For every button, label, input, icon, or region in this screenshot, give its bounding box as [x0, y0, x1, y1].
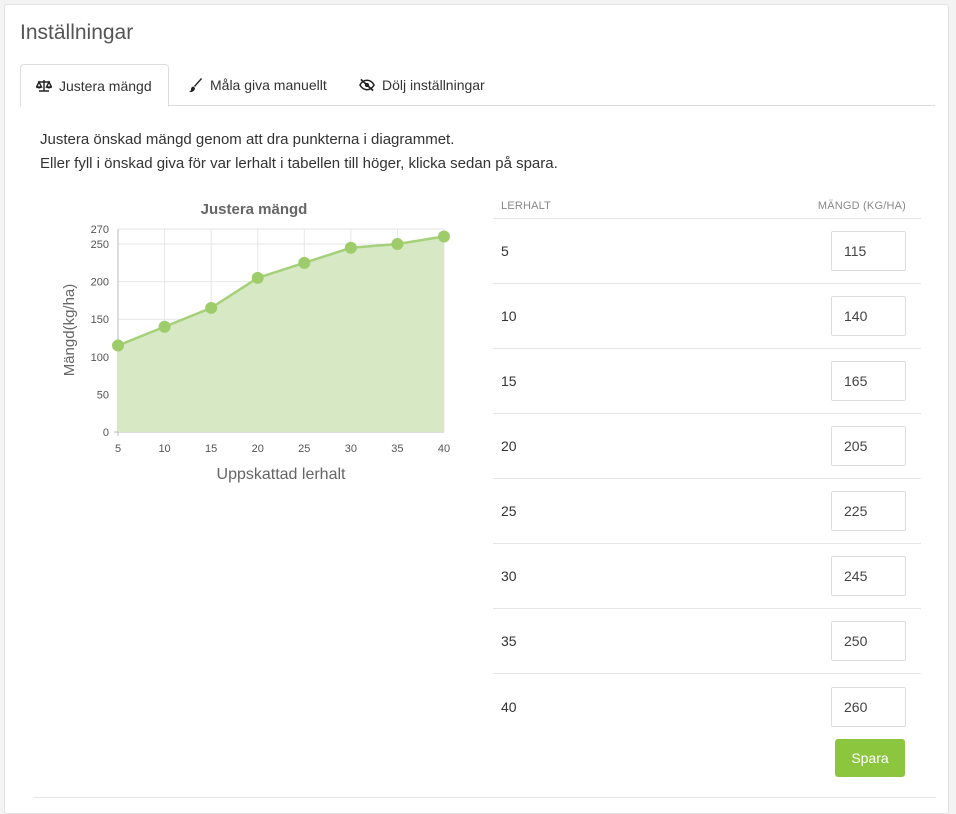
tab-dolj-installningar[interactable]: Dölj inställningar — [344, 64, 500, 106]
y-tick-label: 270 — [91, 224, 109, 236]
x-tick-label: 40 — [438, 443, 450, 455]
mangd-input[interactable] — [831, 426, 906, 466]
data-point[interactable] — [251, 271, 264, 284]
x-axis-title: Uppskattad lerhalt — [217, 466, 347, 483]
instructions: Justera önskad mängd genom att dra punkt… — [40, 128, 558, 176]
table-row: 5 — [493, 219, 921, 284]
mangd-input[interactable] — [831, 491, 906, 531]
x-tick-label: 5 — [115, 443, 121, 455]
table-row: 10 — [493, 284, 921, 349]
lerhalt-value: 5 — [501, 243, 509, 259]
tab-mala-giva[interactable]: Måla giva manuellt — [172, 64, 342, 106]
lerhalt-value: 40 — [501, 698, 517, 715]
lerhalt-value: 10 — [501, 308, 517, 324]
x-tick-label: 35 — [391, 443, 403, 455]
save-button[interactable]: Spara — [835, 739, 905, 777]
lerhalt-value: 25 — [501, 503, 517, 519]
x-tick-label: 20 — [252, 443, 264, 455]
y-tick-label: 0 — [103, 427, 109, 439]
lerhalt-value: 35 — [501, 633, 517, 649]
mangd-input[interactable] — [831, 231, 906, 271]
paint-brush-icon — [187, 77, 203, 93]
series-area — [118, 236, 444, 432]
y-tick-label: 250 — [91, 239, 109, 251]
eye-slash-icon — [359, 77, 375, 93]
instruction-line-1: Justera önskad mängd genom att dra punkt… — [40, 131, 455, 148]
lerhalt-value: 20 — [501, 438, 517, 454]
y-tick-label: 50 — [97, 389, 109, 401]
mangd-input[interactable] — [831, 556, 906, 596]
x-tick-label: 30 — [345, 443, 357, 455]
divider — [34, 797, 936, 798]
table-row: 15 — [493, 349, 921, 414]
column-header-lerhalt: LERHALT — [501, 199, 552, 212]
x-tick-label: 15 — [205, 443, 217, 455]
lerhalt-value: 15 — [501, 373, 517, 389]
settings-panel: Inställningar Justera mängd Måla giva ma… — [4, 4, 949, 814]
y-tick-label: 100 — [91, 352, 109, 364]
table-row: 35 — [493, 609, 921, 674]
mangd-input[interactable] — [831, 361, 906, 401]
data-point[interactable] — [344, 241, 357, 254]
mangd-input[interactable] — [831, 686, 906, 727]
table-header: LERHALT MÄNGD (KG/HA) — [493, 193, 921, 219]
table-row: 20 — [493, 414, 921, 479]
data-point[interactable] — [298, 256, 311, 269]
panel-title: Inställningar — [20, 21, 134, 44]
y-tick-label: 200 — [91, 277, 109, 289]
table-row: 25 — [493, 479, 921, 544]
mangd-input[interactable] — [831, 621, 906, 661]
data-point[interactable] — [438, 230, 450, 243]
chart-svg[interactable]: 0 50 100 150 200 250 270 5 10 15 20 25 30 35 40 Justera… — [50, 193, 465, 493]
x-tick-label: 10 — [158, 443, 170, 455]
chart-title: Justera mängd — [201, 201, 308, 218]
x-tick-label: 25 — [298, 443, 310, 455]
tab-label: Justera mängd — [59, 77, 152, 94]
lerhalt-value: 30 — [501, 568, 517, 584]
tab-bar: Justera mängd Måla giva manuellt Dölj in… — [20, 64, 935, 107]
amount-table: LERHALT MÄNGD (KG/HA) 5 10 15 20 25 30 35 40 — [493, 193, 921, 739]
data-point[interactable] — [158, 320, 171, 333]
table-row: 40 — [493, 674, 921, 739]
column-header-mangd: MÄNGD (KG/HA) — [817, 199, 906, 212]
balance-scale-icon — [36, 78, 52, 94]
data-point[interactable] — [112, 339, 124, 352]
y-axis-title: Mängd(kg/ha) — [61, 284, 78, 377]
table-body: 5 10 15 20 25 30 35 40 — [493, 219, 921, 739]
tab-justera-mangd[interactable]: Justera mängd — [20, 64, 169, 107]
amount-chart[interactable]: 0 50 100 150 200 250 270 5 10 15 20 25 30 35 40 Justera… — [50, 193, 465, 493]
instruction-line-2: Eller fyll i önskad giva för var lerhalt… — [40, 155, 558, 172]
data-point[interactable] — [205, 301, 218, 314]
data-point[interactable] — [391, 238, 404, 251]
mangd-input[interactable] — [831, 296, 906, 336]
tab-label: Måla giva manuellt — [210, 77, 327, 93]
tab-label: Dölj inställningar — [382, 77, 485, 93]
y-tick-label: 150 — [91, 314, 109, 326]
table-row: 30 — [493, 544, 921, 609]
